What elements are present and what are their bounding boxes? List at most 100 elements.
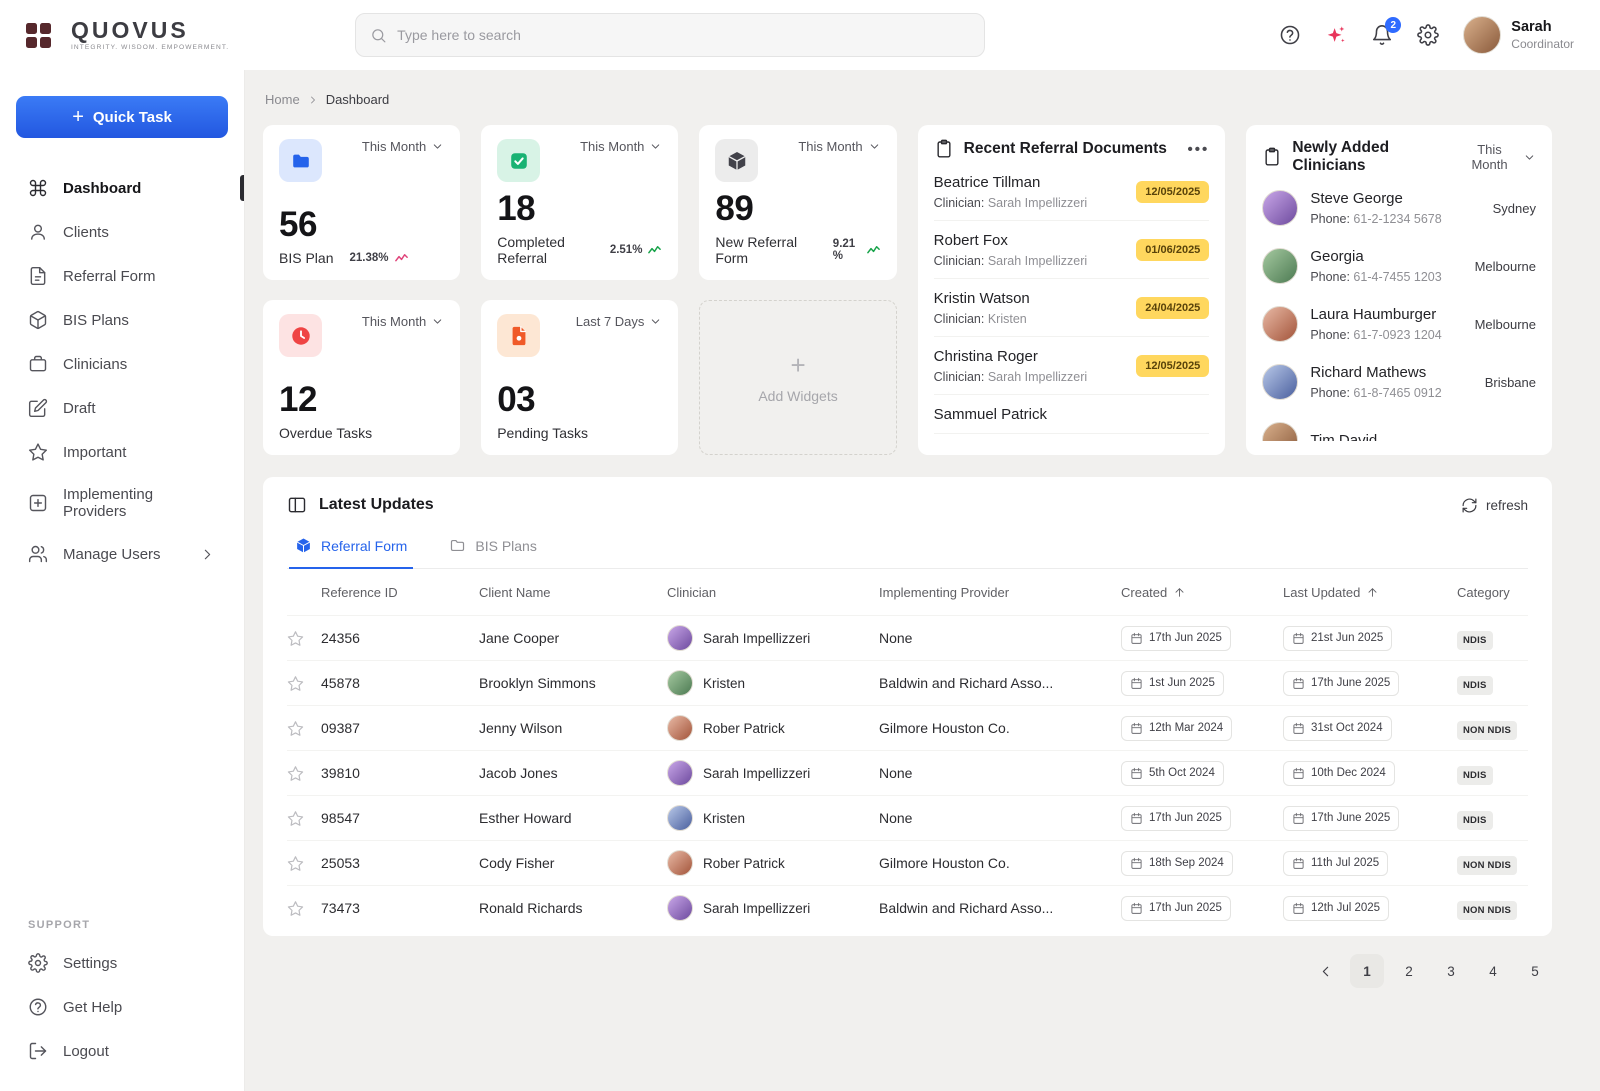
period-filter-dropdown[interactable]: This Month bbox=[362, 314, 444, 329]
settings-gear-icon[interactable] bbox=[1417, 24, 1439, 46]
table-row[interactable]: 98547 Esther Howard Kristen None 17th Ju… bbox=[287, 795, 1528, 840]
star-icon bbox=[28, 442, 48, 462]
plus-icon: + bbox=[72, 106, 84, 128]
referral-clinician: Clinician: Sarah Impellizzeri bbox=[933, 196, 1088, 210]
date-badge: 01/06/2025 bbox=[1136, 239, 1210, 261]
refresh-button[interactable]: refresh bbox=[1461, 497, 1528, 514]
favorite-star-icon[interactable] bbox=[287, 630, 321, 647]
sidebar-item-logout[interactable]: Logout bbox=[14, 1029, 230, 1073]
sidebar: + Quick Task Dashboard Clients Referral … bbox=[0, 70, 245, 1091]
header-created[interactable]: Created bbox=[1121, 585, 1283, 600]
tab-referral-form[interactable]: Referral Form bbox=[289, 527, 414, 569]
table-row[interactable]: 45878 Brooklyn Simmons Kristen Baldwin a… bbox=[287, 660, 1528, 705]
calendar-icon bbox=[1292, 722, 1305, 735]
pagination-page-3[interactable]: 3 bbox=[1434, 954, 1468, 988]
add-widgets-button[interactable]: + Add Widgets bbox=[699, 300, 897, 455]
clinician-phone: Phone: 61-2-1234 5678 bbox=[1310, 212, 1442, 226]
tab-bis-plans[interactable]: BIS Plans bbox=[443, 527, 542, 569]
sidebar-item-bis-plans[interactable]: BIS Plans bbox=[14, 298, 230, 342]
user-menu[interactable]: Sarah Coordinator bbox=[1463, 16, 1574, 54]
help-icon[interactable] bbox=[1279, 24, 1301, 46]
implementing-provider: Gilmore Houston Co. bbox=[879, 855, 1010, 871]
sidebar-item-important[interactable]: Important bbox=[14, 430, 230, 474]
clinician-cell: Sarah Impellizzeri bbox=[667, 895, 879, 921]
period-filter-dropdown[interactable]: This Month bbox=[798, 139, 880, 154]
pagination-page-2[interactable]: 2 bbox=[1392, 954, 1426, 988]
favorite-star-icon[interactable] bbox=[287, 675, 321, 692]
table-row[interactable]: 09387 Jenny Wilson Rober Patrick Gilmore… bbox=[287, 705, 1528, 750]
sidebar-item-implementing-providers[interactable]: Implementing Providers bbox=[14, 474, 230, 532]
chevron-down-icon bbox=[868, 140, 881, 153]
period-filter-dropdown[interactable]: This Month bbox=[580, 139, 662, 154]
created-date: 17th Jun 2025 bbox=[1121, 895, 1231, 921]
favorite-star-icon[interactable] bbox=[287, 765, 321, 782]
main-content: Home Dashboard This Month 56 BIS Plan 21… bbox=[245, 70, 1600, 1091]
clinician-item[interactable]: Tim David bbox=[1262, 411, 1536, 441]
ai-sparkle-icon[interactable] bbox=[1325, 24, 1347, 46]
sidebar-item-settings[interactable]: Settings bbox=[14, 941, 230, 985]
favorite-star-icon[interactable] bbox=[287, 855, 321, 872]
favorite-star-icon[interactable] bbox=[287, 720, 321, 737]
favorite-star-icon[interactable] bbox=[287, 900, 321, 917]
box-icon bbox=[715, 139, 759, 182]
period-filter-dropdown[interactable]: This Month bbox=[362, 139, 444, 154]
period-filter-dropdown[interactable]: This Month bbox=[1461, 142, 1536, 172]
header-category: Category bbox=[1457, 584, 1510, 600]
pagination-prev-button[interactable] bbox=[1308, 954, 1342, 988]
card-title: Recent Referral Documents bbox=[963, 140, 1167, 157]
header-last-updated[interactable]: Last Updated bbox=[1283, 585, 1457, 600]
pagination-page-4[interactable]: 4 bbox=[1476, 954, 1510, 988]
referral-document-item[interactable]: Kristin Watson Clinician: Kristen 24/04/… bbox=[933, 279, 1210, 337]
search-bar[interactable] bbox=[355, 13, 986, 57]
sidebar-item-referral-form[interactable]: Referral Form bbox=[14, 254, 230, 298]
sidebar-item-dashboard[interactable]: Dashboard bbox=[14, 166, 244, 210]
sidebar-item-manage-users[interactable]: Manage Users bbox=[14, 532, 230, 576]
sidebar-item-label: Dashboard bbox=[63, 179, 142, 197]
implementing-provider: None bbox=[879, 630, 913, 646]
sidebar-item-get-help[interactable]: Get Help bbox=[14, 985, 230, 1029]
clinician-item[interactable]: Georgia Phone: 61-4-7455 1203 Melbourne bbox=[1262, 237, 1536, 295]
table-row[interactable]: 39810 Jacob Jones Sarah Impellizzeri Non… bbox=[287, 750, 1528, 795]
updated-date: 12th Jul 2025 bbox=[1283, 895, 1390, 921]
clinician-name: Laura Haumburger bbox=[1310, 306, 1437, 323]
breadcrumb-home[interactable]: Home bbox=[265, 92, 300, 107]
calendar-icon bbox=[1292, 902, 1305, 915]
referral-document-item[interactable]: Robert Fox Clinician: Sarah Impellizzeri… bbox=[933, 221, 1210, 279]
app-grid-icon[interactable] bbox=[26, 22, 51, 48]
clinician-name: Richard Mathews bbox=[1310, 364, 1427, 381]
clinician-avatar bbox=[1262, 306, 1299, 342]
clinician-item[interactable]: Laura Haumburger Phone: 61-7-0923 1204 M… bbox=[1262, 295, 1536, 353]
period-filter-dropdown[interactable]: Last 7 Days bbox=[576, 314, 663, 329]
sidebar-item-clients[interactable]: Clients bbox=[14, 210, 230, 254]
updated-date: 17th June 2025 bbox=[1283, 670, 1400, 696]
quick-task-button[interactable]: + Quick Task bbox=[16, 96, 228, 138]
sidebar-item-clinicians[interactable]: Clinicians bbox=[14, 342, 230, 386]
stat-label: New Referral Form bbox=[715, 234, 798, 266]
chevron-down-icon bbox=[431, 315, 444, 328]
newly-added-clinicians-card: Newly Added Clinicians This Month Steve … bbox=[1246, 125, 1552, 455]
table-row[interactable]: 24356 Jane Cooper Sarah Impellizzeri Non… bbox=[287, 615, 1528, 660]
clinician-cell: Kristen bbox=[667, 670, 879, 696]
notification-bell-icon[interactable]: 2 bbox=[1371, 17, 1402, 46]
table-row[interactable]: 73473 Ronald Richards Sarah Impellizzeri… bbox=[287, 885, 1528, 930]
calendar-icon bbox=[1130, 677, 1143, 690]
more-options-icon[interactable]: ••• bbox=[1188, 141, 1210, 158]
referral-document-item[interactable]: Sammuel Patrick bbox=[933, 395, 1210, 434]
sidebar-item-draft[interactable]: Draft bbox=[14, 386, 230, 430]
chevron-down-icon bbox=[431, 140, 444, 153]
clinician-item[interactable]: Richard Mathews Phone: 61-8-7465 0912 Br… bbox=[1262, 353, 1536, 411]
clinician-item[interactable]: Steve George Phone: 61-2-1234 5678 Sydne… bbox=[1262, 179, 1536, 237]
referral-document-item[interactable]: Christina Roger Clinician: Sarah Impelli… bbox=[933, 337, 1210, 395]
client-name: Cody Fisher bbox=[479, 855, 555, 871]
pagination-page-1[interactable]: 1 bbox=[1350, 954, 1384, 988]
pagination-page-5[interactable]: 5 bbox=[1518, 954, 1552, 988]
referral-document-item[interactable]: Beatrice Tillman Clinician: Sarah Impell… bbox=[933, 163, 1210, 221]
implementing-provider: None bbox=[879, 810, 913, 826]
date-badge: 12/05/2025 bbox=[1136, 355, 1210, 377]
favorite-star-icon[interactable] bbox=[287, 810, 321, 827]
table-row[interactable]: 25053 Cody Fisher Rober Patrick Gilmore … bbox=[287, 840, 1528, 885]
clinician-name: Tim David bbox=[1310, 431, 1378, 442]
search-input[interactable] bbox=[397, 27, 971, 43]
chevron-left-icon bbox=[1317, 963, 1334, 980]
sidebar-item-label: Referral Form bbox=[63, 267, 156, 285]
